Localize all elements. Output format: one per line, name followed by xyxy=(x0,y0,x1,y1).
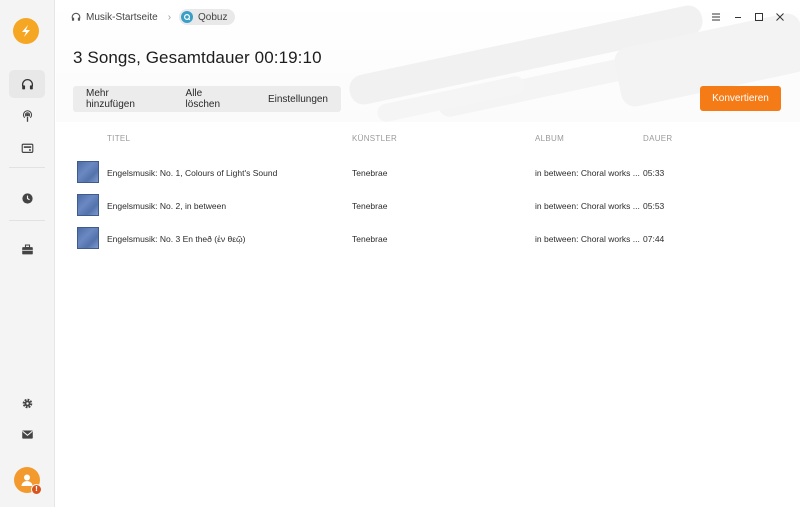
qobuz-logo-icon xyxy=(181,11,194,23)
chevron-right-icon: › xyxy=(167,11,172,23)
maximize-icon xyxy=(755,13,763,21)
convert-button[interactable]: Konvertieren xyxy=(700,86,781,111)
album-cover-thumbnail xyxy=(77,161,99,183)
table-row[interactable]: Engelsmusik: No. 2, in between Tenebrae … xyxy=(0,194,800,220)
track-artist: Tenebrae xyxy=(352,201,388,211)
album-cover-thumbnail xyxy=(77,194,99,216)
sidebar-item-music[interactable] xyxy=(9,70,45,98)
breadcrumb-home[interactable]: Musik-Startseite xyxy=(71,12,158,23)
close-icon xyxy=(776,13,784,21)
table-row[interactable]: Engelsmusik: No. 1, Colours of Light's S… xyxy=(0,161,800,187)
podcast-icon xyxy=(22,109,32,122)
table-row[interactable]: Engelsmusik: No. 3 En theð (ἐν θεῷ) Tene… xyxy=(0,227,800,253)
add-more-button[interactable]: Mehr hinzufügen xyxy=(73,86,165,112)
track-duration: 05:53 xyxy=(643,201,665,211)
column-header-artist[interactable]: KÜNSTLER xyxy=(352,134,397,143)
user-badge-icon: ! xyxy=(31,484,42,495)
headphones-icon xyxy=(71,12,81,21)
track-album: in between: Choral works ... xyxy=(535,201,640,211)
track-artist: Tenebrae xyxy=(352,234,388,244)
minimize-icon xyxy=(735,17,741,18)
maximize-button[interactable] xyxy=(752,10,766,24)
clear-all-button[interactable]: Alle löschen xyxy=(165,86,246,112)
column-header-album[interactable]: ALBUM xyxy=(535,134,564,143)
breadcrumb: Musik-Startseite › Qobuz xyxy=(71,9,235,25)
minimize-button[interactable] xyxy=(731,10,745,24)
sidebar: ! xyxy=(0,0,55,507)
mail-icon xyxy=(21,429,33,439)
menu-button[interactable] xyxy=(709,10,723,24)
toolbar: Mehr hinzufügen Alle löschen Einstellung… xyxy=(73,86,341,112)
close-button[interactable] xyxy=(773,10,787,24)
track-album: in between: Choral works ... xyxy=(535,234,640,244)
settings-button[interactable]: Einstellungen xyxy=(246,86,341,112)
track-title: Engelsmusik: No. 3 En theð (ἐν θεῷ) xyxy=(107,234,246,244)
track-title: Engelsmusik: No. 2, in between xyxy=(107,201,227,211)
menu-icon xyxy=(712,13,720,21)
column-header-duration[interactable]: DAUER xyxy=(643,134,673,143)
track-title: Engelsmusik: No. 1, Colours of Light's S… xyxy=(107,168,278,178)
track-duration: 05:33 xyxy=(643,168,665,178)
sidebar-item-podcast[interactable] xyxy=(9,102,45,130)
sidebar-item-mail[interactable] xyxy=(9,420,45,448)
app-logo-icon xyxy=(13,18,39,44)
settings-icon xyxy=(22,398,32,408)
sidebar-item-settings[interactable] xyxy=(9,389,45,417)
headphones-icon xyxy=(21,78,33,89)
user-avatar[interactable]: ! xyxy=(14,467,42,495)
track-duration: 07:44 xyxy=(643,234,665,244)
album-cover-thumbnail xyxy=(77,227,99,249)
track-artist: Tenebrae xyxy=(352,168,388,178)
sidebar-divider xyxy=(9,220,45,221)
breadcrumb-home-label: Musik-Startseite xyxy=(86,11,158,23)
table-header: TITEL KÜNSTLER ALBUM DAUER xyxy=(0,134,800,146)
track-album: in between: Choral works ... xyxy=(535,168,640,178)
column-header-title[interactable]: TITEL xyxy=(107,134,130,143)
breadcrumb-current-label: Qobuz xyxy=(198,11,228,23)
page-title: 3 Songs, Gesamtdauer 00:19:10 xyxy=(73,48,322,67)
breadcrumb-current: Qobuz xyxy=(179,9,235,25)
